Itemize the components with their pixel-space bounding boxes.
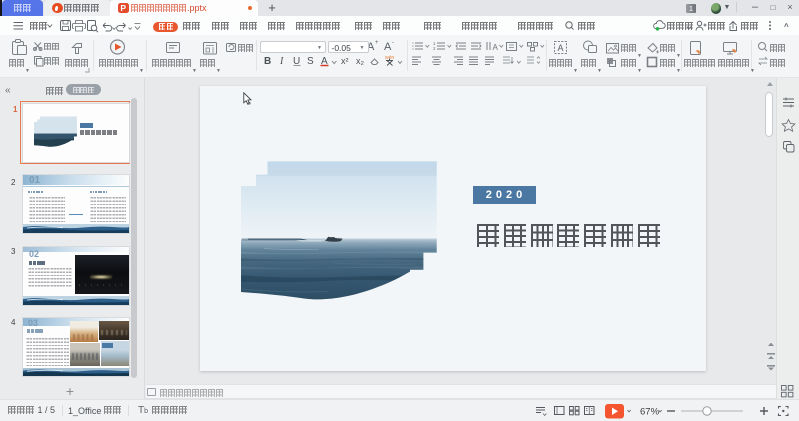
svg-text:67%: 67% bbox=[640, 407, 660, 418]
svg-text:A: A bbox=[558, 43, 564, 53]
svg-text:-: - bbox=[392, 40, 394, 46]
svg-text:A: A bbox=[384, 41, 392, 53]
svg-text:x²: x² bbox=[341, 56, 349, 66]
svg-text:S: S bbox=[307, 56, 314, 67]
svg-text:x₂: x₂ bbox=[356, 56, 365, 66]
svg-text:B: B bbox=[264, 56, 271, 67]
svg-text:2: 2 bbox=[433, 46, 436, 51]
svg-text:I: I bbox=[279, 56, 284, 67]
svg-text:A: A bbox=[493, 43, 499, 52]
svg-text:+: + bbox=[375, 40, 379, 46]
